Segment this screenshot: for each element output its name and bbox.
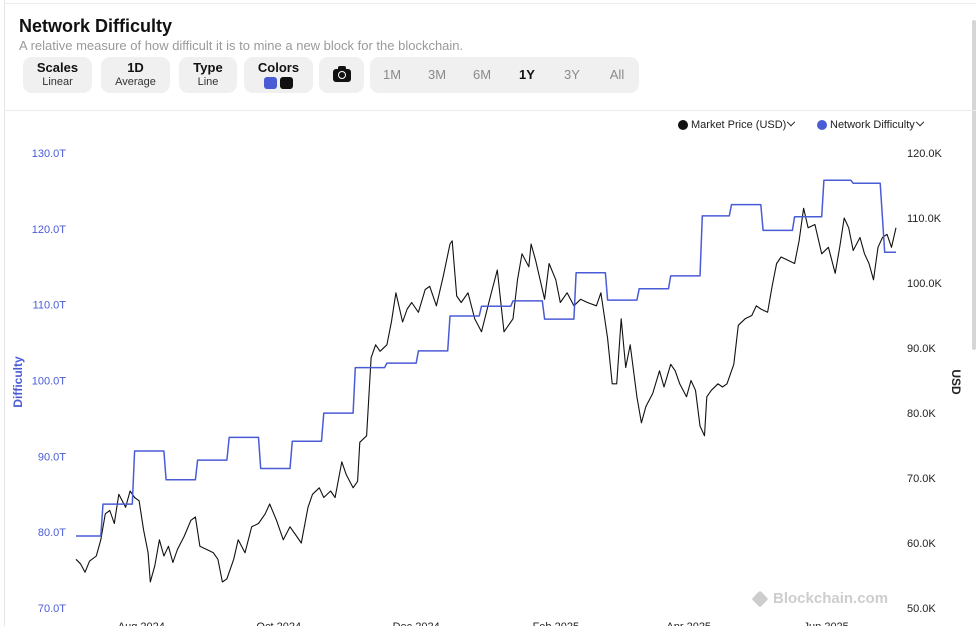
watermark-text: Blockchain.com <box>773 590 889 607</box>
left-tick-label: 90.0T <box>38 451 66 463</box>
left-tick-label: 80.0T <box>38 527 66 539</box>
left-tick-label: 70.0T <box>38 603 66 615</box>
right-tick-label: 70.0K <box>907 473 936 485</box>
difficulty-chart: 70.0T 80.0T 90.0T 100.0T 110.0T 120.0T 130.0T D… <box>11 148 963 626</box>
left-tick-label: 100.0T <box>32 376 67 388</box>
x-tick-label: Dec 2024 <box>393 621 440 626</box>
right-tick-label: 100.0K <box>907 278 943 290</box>
x-tick-label: Feb 2025 <box>533 621 579 626</box>
right-axis-label: USD <box>949 369 963 395</box>
price-line <box>75 207 897 583</box>
right-tick-label: 110.0K <box>907 213 942 225</box>
series-layer <box>75 179 897 583</box>
x-tick-label: Aug 2024 <box>118 621 165 626</box>
left-tick-label: 130.0T <box>32 148 67 160</box>
blockchain-watermark: Blockchain.com <box>751 590 889 607</box>
x-axis: Aug 2024 Oct 2024 Dec 2024 Feb 2025 Apr 2025… <box>118 621 849 626</box>
x-tick-label: Apr 2025 <box>666 621 711 626</box>
right-tick-label: 60.0K <box>907 538 936 550</box>
x-tick-label: Jun 2025 <box>804 621 849 626</box>
right-axis: 50.0K 60.0K 70.0K 80.0K 90.0K 100.0K 110.0K 120… <box>907 148 963 615</box>
left-tick-label: 120.0T <box>32 224 67 236</box>
difficulty-line <box>76 179 896 537</box>
right-tick-label: 90.0K <box>907 343 936 355</box>
right-tick-label: 80.0K <box>907 408 936 420</box>
right-tick-label: 50.0K <box>907 603 936 615</box>
left-tick-label: 110.0T <box>33 300 67 312</box>
left-axis: 70.0T 80.0T 90.0T 100.0T 110.0T 120.0T 130.0T D… <box>11 148 66 615</box>
left-axis-label: Difficulty <box>11 356 25 408</box>
blockchain-logo-icon <box>751 590 769 607</box>
x-tick-label: Oct 2024 <box>256 621 301 626</box>
right-tick-label: 120.0K <box>907 148 943 160</box>
